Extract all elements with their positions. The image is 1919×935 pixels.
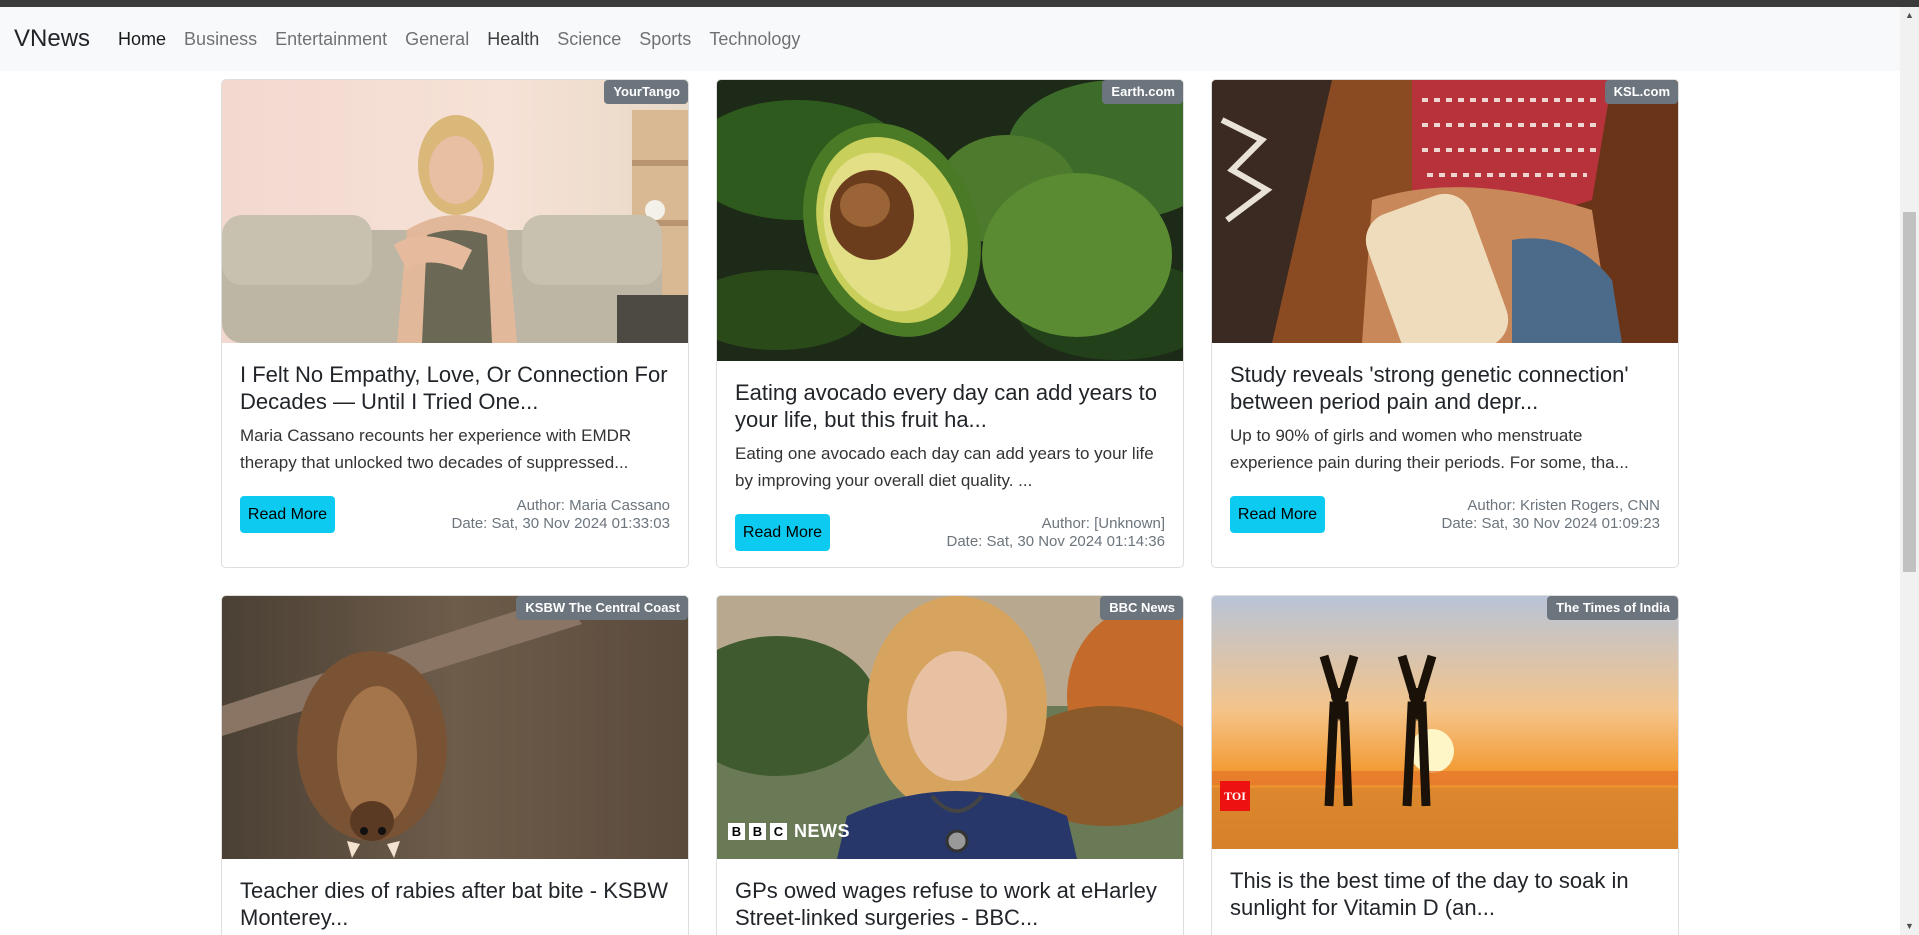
scrollbar-thumb[interactable] xyxy=(1903,212,1916,572)
news-card: Earth.com Eating avocado every day can a… xyxy=(716,79,1184,568)
source-badge: Earth.com xyxy=(1102,80,1183,104)
toi-logo: TOI xyxy=(1220,781,1250,811)
nav-science[interactable]: Science xyxy=(557,29,621,50)
article-date: Date: Sat, 30 Nov 2024 01:14:36 xyxy=(946,533,1166,550)
article-image: B B C NEWS xyxy=(717,596,1183,859)
nav-sports[interactable]: Sports xyxy=(639,29,691,50)
article-image xyxy=(717,80,1183,361)
article-title: This is the best time of the day to soak… xyxy=(1230,868,1629,920)
news-card: KSL.com Study reveals 'strong genetic co… xyxy=(1211,79,1679,568)
news-card: B B C NEWS BBC News GPs owed wages refus… xyxy=(716,595,1184,935)
read-more-button[interactable]: Read More xyxy=(735,514,830,551)
article-meta: Author: Maria Cassano Date: Sat, 30 Nov … xyxy=(452,497,671,533)
article-title: I Felt No Empathy, Love, Or Connection F… xyxy=(240,362,668,414)
nav-general[interactable]: General xyxy=(405,29,469,50)
bbc-logo-letter: B xyxy=(728,823,745,840)
article-date: Date: Sat, 30 Nov 2024 01:09:23 xyxy=(1441,515,1661,532)
article-title: Teacher dies of rabies after bat bite - … xyxy=(240,878,668,930)
nav-technology[interactable]: Technology xyxy=(709,29,800,50)
article-meta: Author: [Unknown] Date: Sat, 30 Nov 2024… xyxy=(947,515,1166,551)
source-badge: YourTango xyxy=(604,80,688,104)
news-card: TOI The Times of India This is the best … xyxy=(1211,595,1679,935)
article-title: GPs owed wages refuse to work at eHarley… xyxy=(735,878,1157,930)
nav-health[interactable]: Health xyxy=(487,29,539,50)
brand-logo[interactable]: VNews xyxy=(14,25,90,53)
nav-entertainment[interactable]: Entertainment xyxy=(275,29,387,50)
article-title: Eating avocado every day can add years t… xyxy=(735,380,1157,432)
scroll-down-arrow-icon[interactable]: ▼ xyxy=(1900,918,1919,935)
bbc-news-logo: B B C NEWS xyxy=(728,821,850,842)
bbc-logo-letter: C xyxy=(770,823,787,840)
article-description: Maria Cassano recounts her experience wi… xyxy=(240,426,632,472)
source-badge: KSBW The Central Coast xyxy=(516,596,688,620)
bbc-logo-text: NEWS xyxy=(794,821,850,841)
article-description: Up to 90% of girls and women who menstru… xyxy=(1230,426,1629,472)
article-date: Date: Sat, 30 Nov 2024 01:33:03 xyxy=(451,515,671,532)
article-description: Eating one avocado each day can add year… xyxy=(735,444,1154,490)
article-author: Author: [Unknown] xyxy=(1041,515,1165,532)
bbc-logo-letter: B xyxy=(749,823,766,840)
source-badge: KSL.com xyxy=(1604,80,1678,104)
source-badge: The Times of India xyxy=(1547,596,1678,620)
source-badge: BBC News xyxy=(1100,596,1183,620)
nav-business[interactable]: Business xyxy=(184,29,257,50)
read-more-button[interactable]: Read More xyxy=(1230,496,1325,533)
scroll-up-arrow-icon[interactable]: ▲ xyxy=(1900,7,1919,24)
article-image xyxy=(222,596,688,859)
browser-top-strip xyxy=(0,0,1919,7)
nav-home[interactable]: Home xyxy=(118,29,166,50)
news-card: YourTango I Felt No Empathy, Love, Or Co… xyxy=(221,79,689,568)
navbar: VNews Home Business Entertainment Genera… xyxy=(0,7,1900,71)
article-author: Author: Maria Cassano xyxy=(516,497,670,514)
vertical-scrollbar[interactable]: ▲ ▼ xyxy=(1900,7,1919,935)
article-image: TOI xyxy=(1212,596,1678,849)
article-image xyxy=(1212,80,1678,343)
article-author: Author: Kristen Rogers, CNN xyxy=(1467,497,1660,514)
article-image xyxy=(222,80,688,343)
news-card: KSBW The Central Coast Teacher dies of r… xyxy=(221,595,689,935)
read-more-button[interactable]: Read More xyxy=(240,496,335,533)
article-meta: Author: Kristen Rogers, CNN Date: Sat, 3… xyxy=(1442,497,1661,533)
article-title: Study reveals 'strong genetic connection… xyxy=(1230,362,1629,414)
